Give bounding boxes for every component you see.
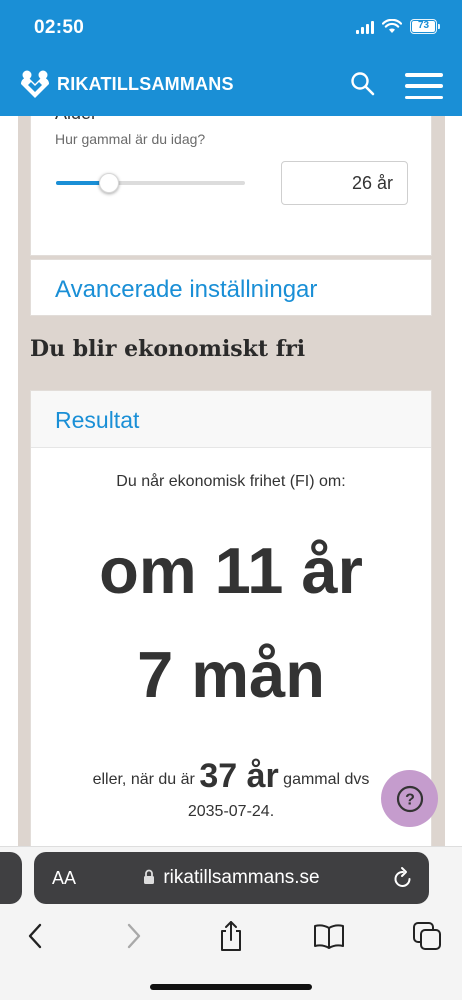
advanced-settings-card[interactable]: Avancerade inställningar [30, 259, 432, 316]
age-slider-thumb[interactable] [98, 173, 119, 193]
tabs-icon [413, 922, 441, 950]
share-icon [221, 921, 241, 951]
tabs-button[interactable] [410, 919, 444, 953]
help-label: ? [405, 791, 415, 808]
forward-icon [127, 923, 141, 949]
age-slider[interactable] [56, 173, 245, 193]
advanced-settings-link[interactable]: Avancerade inställningar [55, 276, 317, 304]
home-indicator [150, 984, 312, 990]
lock-icon [144, 869, 155, 884]
age-label: Ålder [55, 116, 97, 124]
age-card: Ålder Hur gammal är du idag? 26 år [30, 116, 432, 256]
browser-nav-row [0, 919, 462, 955]
fi-years: om 11 år [99, 534, 363, 607]
reload-icon[interactable] [392, 866, 414, 890]
fi-age-line: eller, när du är 37 år gammal dvs [31, 757, 431, 796]
help-icon: ? [396, 785, 423, 812]
browser-toolbar: AA rikatillsammans.se [0, 846, 462, 1000]
result-header-label: Resultat [55, 407, 140, 433]
logo-heart-icon [20, 70, 50, 98]
back-icon [28, 923, 42, 949]
cellular-signal-icon [356, 20, 374, 34]
url-text: rikatillsammans.se [163, 867, 320, 888]
fi-date: 2035-07-24. [187, 803, 275, 820]
fi-age-prefix: eller, när du är [92, 771, 195, 788]
fi-intro-text: Du når ekonomisk frihet (FI) om: [116, 473, 346, 490]
share-button[interactable] [214, 919, 248, 953]
status-icons: 73 [356, 19, 440, 34]
site-logo[interactable]: RIKATILLSAMMANS [18, 69, 234, 99]
back-button[interactable] [18, 919, 52, 953]
help-button[interactable]: ? [381, 770, 438, 827]
result-header: Resultat [31, 391, 431, 448]
status-time: 02:50 [34, 17, 85, 38]
fi-months: 7 mån [137, 638, 325, 711]
bookmarks-icon [314, 924, 344, 949]
page-content: Ålder Hur gammal är du idag? 26 år Avanc… [0, 116, 462, 846]
search-icon[interactable] [349, 70, 377, 98]
section-title: Du blir ekonomiskt fri [30, 336, 306, 362]
previous-tab-peek[interactable] [0, 852, 22, 904]
site-header: 02:50 73 RIKATILLSAMMANS [0, 0, 462, 116]
age-hint: Hur gammal är du idag? [55, 131, 206, 147]
bookmarks-button[interactable] [312, 919, 346, 953]
result-card: Resultat Du når ekonomisk frihet (FI) om… [30, 390, 432, 846]
address-bar[interactable]: AA rikatillsammans.se [34, 852, 429, 904]
hamburger-menu-icon[interactable] [405, 73, 443, 99]
age-input[interactable]: 26 år [281, 161, 408, 205]
battery-level: 73 [412, 21, 435, 32]
url-display[interactable]: rikatillsammans.se [34, 867, 429, 889]
wifi-icon [382, 19, 402, 33]
fi-age-suffix: gammal dvs [283, 771, 370, 788]
forward-button[interactable] [117, 919, 151, 953]
fi-age-value: 37 år [199, 757, 279, 795]
logo-text: RIKATILLSAMMANS [57, 73, 234, 94]
battery-icon: 73 [410, 19, 440, 34]
